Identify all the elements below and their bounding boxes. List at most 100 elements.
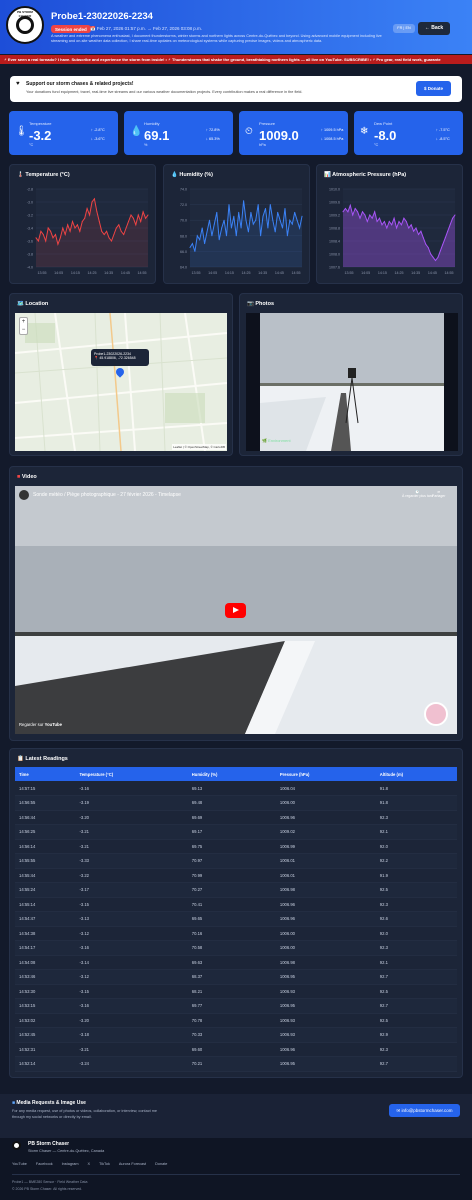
data-point[interactable] [371, 217, 373, 219]
footer-logo[interactable] [12, 1141, 21, 1150]
data-point[interactable] [361, 211, 363, 213]
data-point[interactable] [52, 237, 54, 239]
zoom-out-button[interactable]: − [20, 326, 27, 334]
data-point[interactable] [125, 227, 127, 229]
data-point[interactable] [359, 217, 361, 219]
data-point[interactable] [342, 211, 344, 213]
data-point[interactable] [354, 208, 356, 209]
data-point[interactable] [439, 250, 441, 252]
data-point[interactable] [218, 239, 220, 241]
data-point[interactable] [301, 215, 303, 217]
data-point[interactable] [50, 230, 52, 232]
data-point[interactable] [274, 231, 276, 233]
data-point[interactable] [260, 235, 262, 237]
data-point[interactable] [72, 221, 74, 222]
data-point[interactable] [366, 221, 368, 222]
data-point[interactable] [299, 227, 301, 229]
data-point[interactable] [59, 237, 61, 239]
footer-link[interactable]: YouTube [12, 1162, 27, 1166]
data-point[interactable] [400, 224, 402, 226]
data-point[interactable] [427, 247, 429, 248]
data-point[interactable] [84, 217, 86, 219]
data-point[interactable] [250, 211, 252, 213]
data-point[interactable] [383, 221, 385, 222]
data-point[interactable] [243, 200, 245, 202]
data-point[interactable] [349, 204, 351, 206]
lang-en[interactable]: EN [405, 26, 410, 30]
data-point[interactable] [103, 234, 105, 235]
channel-watermark[interactable] [424, 702, 448, 726]
zoom-controls[interactable]: + − [19, 317, 28, 335]
data-point[interactable] [91, 201, 93, 203]
footer-link[interactable]: Facebook [36, 1162, 53, 1166]
data-point[interactable] [89, 214, 91, 216]
data-point[interactable] [211, 235, 213, 237]
data-point[interactable] [415, 227, 417, 229]
channel-avatar[interactable] [19, 490, 29, 500]
data-point[interactable] [106, 230, 108, 232]
data-point[interactable] [189, 247, 191, 248]
data-point[interactable] [221, 227, 223, 229]
data-point[interactable] [269, 204, 271, 206]
data-point[interactable] [228, 204, 230, 206]
data-point[interactable] [294, 211, 296, 213]
data-point[interactable] [216, 211, 218, 213]
data-point[interactable] [376, 221, 378, 222]
data-point[interactable] [230, 227, 232, 229]
data-point[interactable] [96, 211, 98, 213]
data-point[interactable] [352, 214, 354, 216]
news-ticker[interactable]: ⚡ Ever seen a real tornado? I have. Subs… [0, 55, 472, 64]
data-point[interactable] [296, 219, 298, 221]
data-point[interactable] [37, 240, 39, 242]
location-map[interactable]: + − Probe1-23022026-2234 📍 45.918806, -72… [15, 313, 227, 451]
data-point[interactable] [245, 219, 247, 221]
data-point[interactable] [444, 237, 446, 239]
data-point[interactable] [432, 256, 434, 258]
data-point[interactable] [108, 237, 110, 239]
footer-link[interactable]: Instagram [62, 1162, 79, 1166]
data-point[interactable] [425, 243, 427, 245]
watch-on-youtube[interactable]: Regarder sur YouTube [19, 722, 62, 727]
data-point[interactable] [374, 211, 376, 213]
data-point[interactable] [267, 227, 269, 229]
data-point[interactable] [123, 234, 125, 235]
data-point[interactable] [132, 217, 134, 219]
photo-viewer[interactable]: 🌿 Environment [246, 313, 458, 451]
data-point[interactable] [238, 211, 240, 213]
data-point[interactable] [286, 235, 288, 237]
environment-photo[interactable] [246, 313, 458, 451]
data-point[interactable] [257, 204, 259, 206]
data-point[interactable] [40, 230, 42, 232]
data-point[interactable] [422, 237, 424, 239]
back-button[interactable]: ← Back [418, 22, 450, 35]
map-attribution[interactable]: Leaflet | © OpenStreetMap, © CartoDB [172, 444, 226, 450]
data-point[interactable] [191, 243, 193, 245]
data-point[interactable] [194, 250, 196, 252]
language-toggle[interactable]: FR | EN [393, 24, 415, 33]
data-point[interactable] [147, 214, 149, 216]
data-point[interactable] [115, 227, 117, 229]
map-tiles[interactable] [15, 313, 227, 451]
data-point[interactable] [347, 211, 349, 213]
data-point[interactable] [213, 223, 215, 225]
data-point[interactable] [199, 239, 201, 241]
data-point[interactable] [135, 224, 137, 226]
data-point[interactable] [62, 227, 64, 229]
data-point[interactable] [413, 230, 415, 232]
data-point[interactable] [137, 214, 139, 216]
data-point[interactable] [247, 231, 249, 233]
data-point[interactable] [140, 221, 142, 222]
footer-link[interactable]: Aurora Forecast [119, 1162, 146, 1166]
data-point[interactable] [381, 224, 383, 226]
data-point[interactable] [67, 224, 69, 226]
data-point[interactable] [142, 211, 144, 213]
data-point[interactable] [393, 217, 395, 219]
data-point[interactable] [196, 235, 198, 237]
data-point[interactable] [93, 198, 95, 200]
data-point[interactable] [81, 221, 83, 222]
data-point[interactable] [252, 223, 254, 225]
data-point[interactable] [45, 240, 47, 242]
data-point[interactable] [201, 227, 203, 229]
data-point[interactable] [204, 243, 206, 245]
data-point[interactable] [357, 211, 359, 213]
